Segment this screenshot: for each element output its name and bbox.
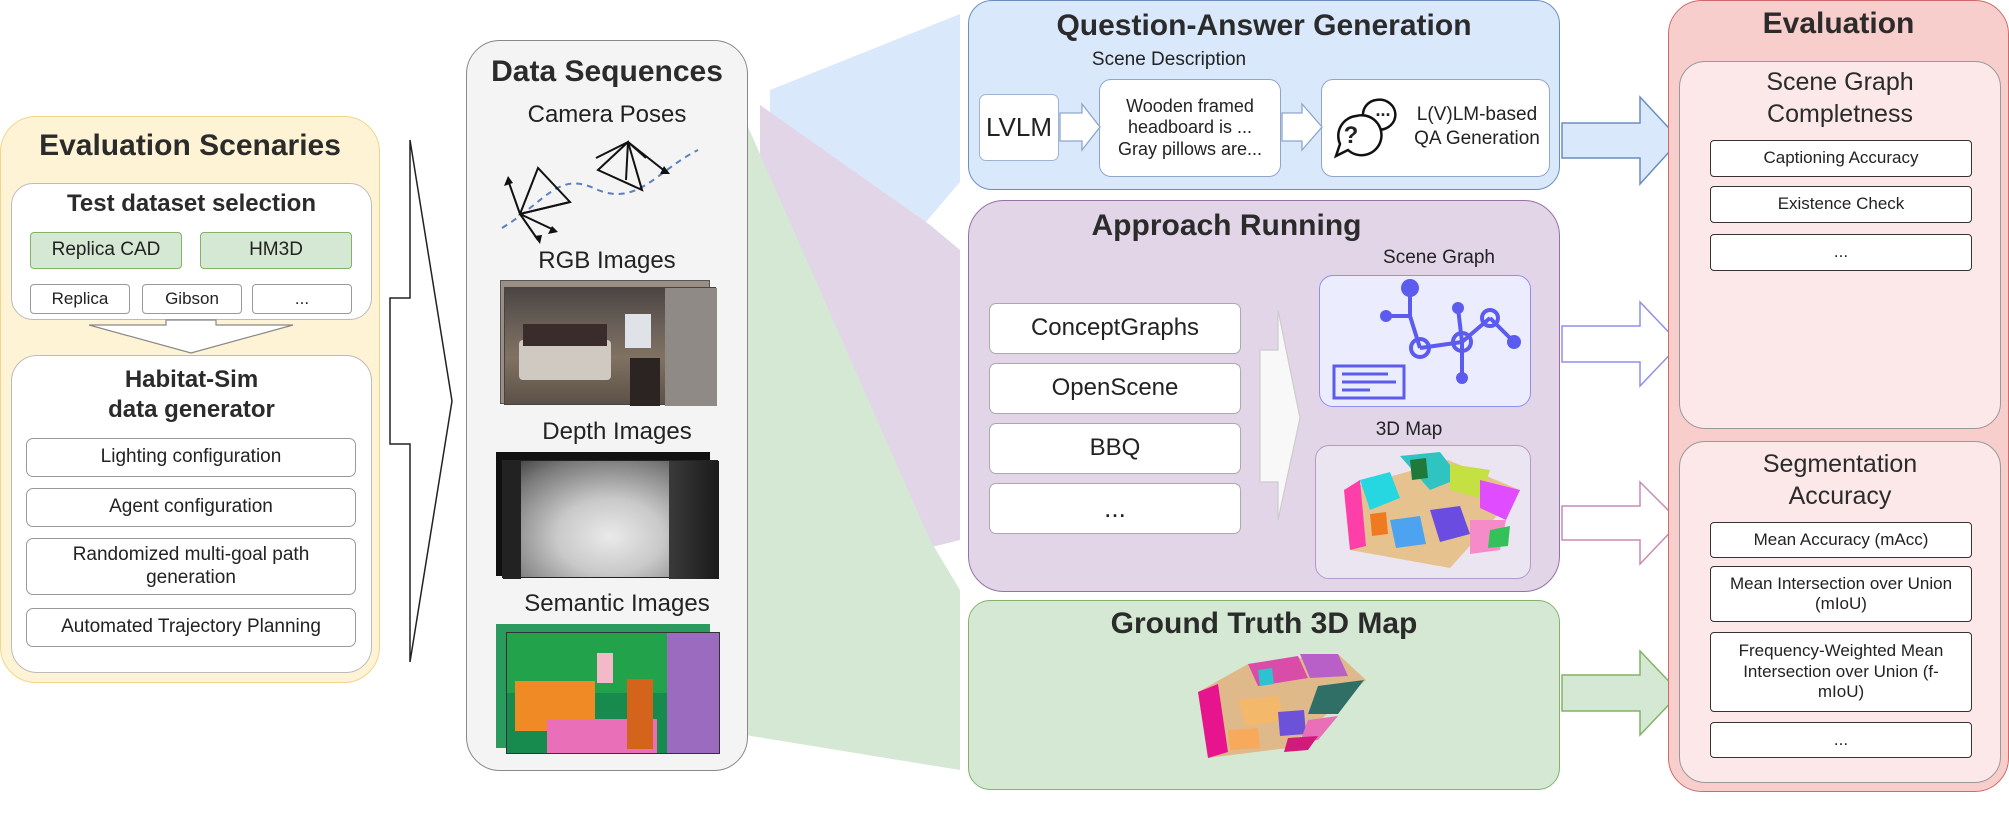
method-conceptgraphs: ConceptGraphs	[989, 303, 1241, 354]
dataset-replica: Replica	[30, 284, 130, 314]
segmentation-title-line2: Accuracy	[1788, 482, 1892, 510]
segmentation-panel: Segmentation Accuracy Mean Accuracy (mAc…	[1679, 441, 2001, 783]
scenarios-to-sequences-arrow	[389, 139, 453, 663]
existence-check: Existence Check	[1710, 186, 1972, 223]
mean-iou: Mean Intersection over Union (mIoU)	[1710, 566, 1972, 622]
habitat-generator-panel: Habitat-Sim data generator Lighting conf…	[11, 355, 372, 673]
method-openscene: OpenScene	[989, 363, 1241, 414]
completeness-panel: Scene Graph Completness Captioning Accur…	[1679, 61, 2001, 429]
arrow-gt-to-eval	[1561, 649, 1682, 737]
completeness-title-line2: Completness	[1767, 100, 1913, 128]
semantic-wall-purple	[667, 633, 719, 753]
map-3d-label: 3D Map	[1375, 419, 1443, 440]
ground-truth-title: Ground Truth 3D Map	[1110, 607, 1418, 640]
camera-poses-label: Camera Poses	[527, 101, 687, 128]
semantic-frame-front	[506, 632, 720, 754]
dataset-replica-cad: Replica CAD	[30, 232, 182, 269]
arrow-map-to-eval	[1561, 480, 1682, 566]
camera-poses-icon	[501, 140, 699, 244]
test-dataset-title: Test dataset selection	[67, 190, 316, 217]
completeness-title-line1: Scene Graph	[1766, 68, 1914, 96]
evaluation-panel: Evaluation Scene Graph Completness Capti…	[1668, 0, 2009, 792]
segmentation-more: ...	[1710, 722, 1972, 758]
dataset-more: ...	[252, 284, 352, 314]
segmentation-title-line1: Segmentation	[1762, 450, 1918, 478]
dataset-gibson: Gibson	[142, 284, 242, 314]
semantic-dresser	[627, 679, 653, 749]
rgb-images-label: RGB Images	[538, 247, 676, 274]
dataset-to-generator-arrow	[88, 319, 294, 354]
evaluation-scenarios-title: Evaluation Scenaries	[39, 129, 341, 162]
scene-graph-label: Scene Graph	[1383, 247, 1495, 268]
approach-inner-arrow	[1259, 309, 1301, 521]
depth-frame-front	[502, 460, 719, 579]
ground-truth-3d-map-render	[1198, 654, 1366, 758]
path-generation: Randomized multi-goal path generation	[26, 538, 356, 595]
lighting-configuration: Lighting configuration	[26, 438, 356, 477]
completeness-more: ...	[1710, 234, 1972, 271]
arrows-to-evaluation	[1561, 95, 1682, 737]
evaluation-scenarios-panel: Evaluation Scenaries Test dataset select…	[0, 116, 380, 683]
captioning-accuracy: Captioning Accuracy	[1710, 140, 1972, 177]
depth-left-wall	[503, 461, 521, 579]
mean-accuracy: Mean Accuracy (mAcc)	[1710, 522, 1972, 558]
semantic-images-label: Semantic Images	[524, 590, 710, 617]
rgb-frame-front	[504, 287, 717, 406]
method-more: ...	[989, 483, 1241, 534]
approach-running-title: Approach Running	[1091, 209, 1362, 242]
rgb-bed	[519, 340, 611, 380]
frequency-weighted-iou: Frequency-Weighted Mean Intersection ove…	[1710, 632, 1972, 712]
scene-graph-icon	[1332, 279, 1521, 400]
depth-wall	[669, 461, 719, 579]
rgb-window	[625, 314, 651, 348]
trajectory-planning: Automated Trajectory Planning	[26, 608, 356, 647]
rgb-wall	[665, 288, 717, 406]
generator-title-line2: data generator	[108, 396, 275, 423]
qa-inner-arrows	[1059, 102, 1323, 152]
approach-3d-map-render	[1344, 452, 1520, 568]
depth-images-label: Depth Images	[542, 418, 692, 445]
evaluation-title: Evaluation	[1762, 7, 1915, 40]
generator-title-line1: Habitat-Sim	[124, 366, 259, 393]
semantic-window	[597, 653, 613, 683]
arrow-graph-to-eval	[1561, 300, 1682, 388]
method-bbq: BBQ	[989, 423, 1241, 474]
rgb-dresser	[630, 358, 660, 406]
dataset-hm3d: HM3D	[200, 232, 352, 269]
test-dataset-panel: Test dataset selection Replica CAD HM3D …	[11, 183, 372, 320]
arrow-qa-to-eval	[1561, 95, 1682, 186]
rgb-headboard	[523, 324, 607, 346]
data-sequences-title: Data Sequences	[491, 55, 723, 88]
agent-configuration: Agent configuration	[26, 488, 356, 527]
